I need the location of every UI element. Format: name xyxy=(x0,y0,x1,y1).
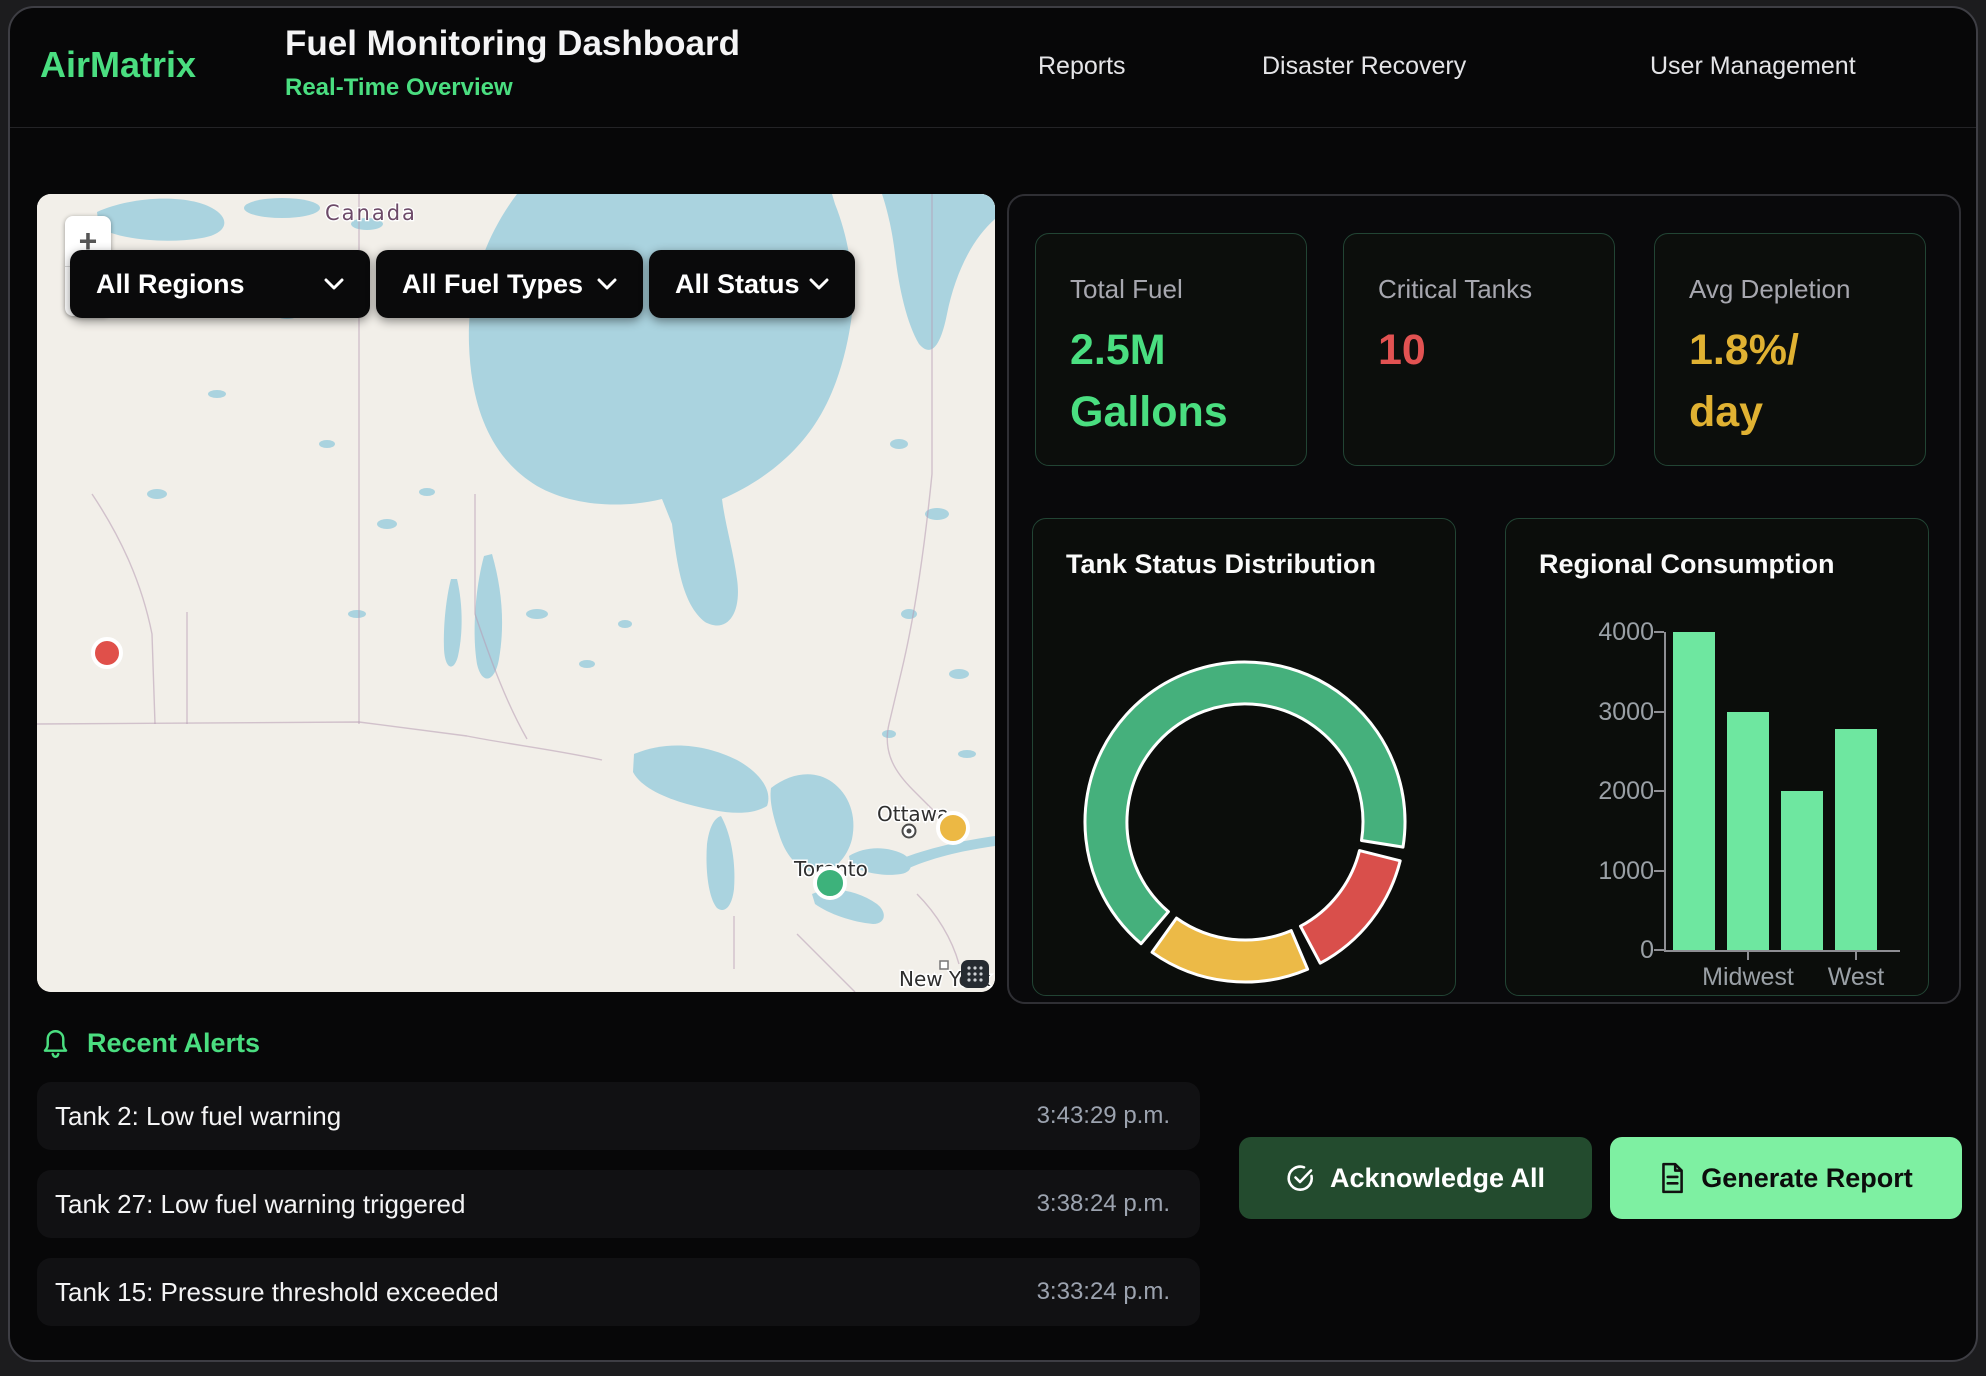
alert-text: Tank 15: Pressure threshold exceeded xyxy=(55,1277,499,1308)
stat-label: Total Fuel xyxy=(1070,274,1272,305)
nav-disaster-recovery[interactable]: Disaster Recovery xyxy=(1262,52,1466,81)
fuel-type-filter-select[interactable]: All Fuel Types xyxy=(376,250,643,318)
chevron-down-icon xyxy=(324,278,344,290)
y-tick-label: 0 xyxy=(1584,936,1654,965)
drag-dots-icon xyxy=(967,966,983,982)
stat-value: 2.5M Gallons xyxy=(1070,319,1272,443)
stat-value: 1.8%/ day xyxy=(1689,319,1891,443)
title-block: Fuel Monitoring Dashboard Real-Time Over… xyxy=(285,24,740,102)
alert-time: 3:38:24 p.m. xyxy=(1037,1190,1170,1218)
fuel-type-filter-value: All Fuel Types xyxy=(402,269,583,300)
tank-marker-normal[interactable] xyxy=(815,868,845,898)
nav-user-management[interactable]: User Management xyxy=(1650,52,1856,81)
alert-time: 3:43:29 p.m. xyxy=(1037,1102,1170,1130)
chevron-down-icon xyxy=(597,278,617,290)
y-tick-label: 2000 xyxy=(1584,777,1654,806)
tank-marker-warning[interactable] xyxy=(938,813,968,843)
chevron-down-icon xyxy=(809,278,829,290)
tank-marker-critical[interactable] xyxy=(93,639,121,667)
stat-value-line: Gallons xyxy=(1070,381,1272,443)
stat-value-line: 2.5M xyxy=(1070,319,1272,381)
alerts-title: Recent Alerts xyxy=(87,1028,260,1059)
acknowledge-all-button[interactable]: Acknowledge All xyxy=(1239,1137,1592,1219)
bar-south xyxy=(1781,791,1823,950)
stat-value: 10 xyxy=(1378,319,1580,381)
stat-value-line: day xyxy=(1689,381,1891,443)
stat-value-line: 1.8%/ xyxy=(1689,319,1891,381)
map-resize-handle[interactable] xyxy=(961,960,989,988)
regional-consumption-chart-card: Regional Consumption 01000200030004000Mi… xyxy=(1505,518,1929,996)
header: AirMatrix Fuel Monitoring Dashboard Real… xyxy=(10,8,1976,128)
region-filter-value: All Regions xyxy=(96,269,245,300)
brand-logo: AirMatrix xyxy=(40,44,196,86)
dashboard-window: AirMatrix Fuel Monitoring Dashboard Real… xyxy=(8,6,1978,1362)
tank-status-chart-card: Tank Status Distribution xyxy=(1032,518,1456,996)
x-tick-label: West xyxy=(1786,963,1926,992)
stat-value-line: 10 xyxy=(1378,319,1580,381)
stat-card-critical-tanks: Critical Tanks 10 xyxy=(1343,233,1615,466)
donut-segment-warning xyxy=(1152,918,1308,982)
bar-chart: 01000200030004000MidwestWest xyxy=(1506,519,1930,997)
alert-row: Tank 27: Low fuel warning triggered 3:38… xyxy=(37,1170,1200,1238)
document-icon xyxy=(1659,1162,1685,1194)
alerts-header: Recent Alerts xyxy=(42,1028,260,1059)
stat-card-avg-depletion: Avg Depletion 1.8%/ day xyxy=(1654,233,1926,466)
status-filter-value: All Status xyxy=(675,269,800,300)
status-filter-select[interactable]: All Status xyxy=(649,250,855,318)
nav-reports[interactable]: Reports xyxy=(1038,52,1126,81)
alert-row: Tank 2: Low fuel warning 3:43:29 p.m. xyxy=(37,1082,1200,1150)
stat-label: Avg Depletion xyxy=(1689,274,1891,305)
alert-text: Tank 27: Low fuel warning triggered xyxy=(55,1189,465,1220)
region-filter-select[interactable]: All Regions xyxy=(70,250,370,318)
bell-icon xyxy=(42,1029,69,1059)
bar-northeast xyxy=(1673,632,1715,950)
stat-card-total-fuel: Total Fuel 2.5M Gallons xyxy=(1035,233,1307,466)
alert-row: Tank 15: Pressure threshold exceeded 3:3… xyxy=(37,1258,1200,1326)
check-circle-icon xyxy=(1286,1164,1314,1192)
map-label-canada: Canada xyxy=(325,201,417,225)
metrics-panel: Total Fuel 2.5M Gallons Critical Tanks 1… xyxy=(1007,194,1961,1004)
page-title: Fuel Monitoring Dashboard xyxy=(285,24,740,64)
donut-segment-critical xyxy=(1301,851,1401,964)
map-filters: All Regions All Fuel Types All Status xyxy=(70,250,855,318)
bar-midwest xyxy=(1727,712,1769,951)
bar-west xyxy=(1835,729,1877,950)
y-tick-label: 4000 xyxy=(1584,618,1654,647)
y-tick-label: 1000 xyxy=(1584,857,1654,886)
stat-label: Critical Tanks xyxy=(1378,274,1580,305)
generate-report-button[interactable]: Generate Report xyxy=(1610,1137,1962,1219)
alert-text: Tank 2: Low fuel warning xyxy=(55,1101,341,1132)
acknowledge-all-label: Acknowledge All xyxy=(1330,1163,1545,1194)
generate-report-label: Generate Report xyxy=(1701,1163,1913,1194)
map-canvas[interactable]: Canada Ottawa Toronto New York + − All R… xyxy=(37,194,995,992)
y-tick-label: 3000 xyxy=(1584,698,1654,727)
donut-chart xyxy=(1033,519,1457,997)
alert-time: 3:33:24 p.m. xyxy=(1037,1278,1170,1306)
page-subtitle: Real-Time Overview xyxy=(285,74,740,102)
